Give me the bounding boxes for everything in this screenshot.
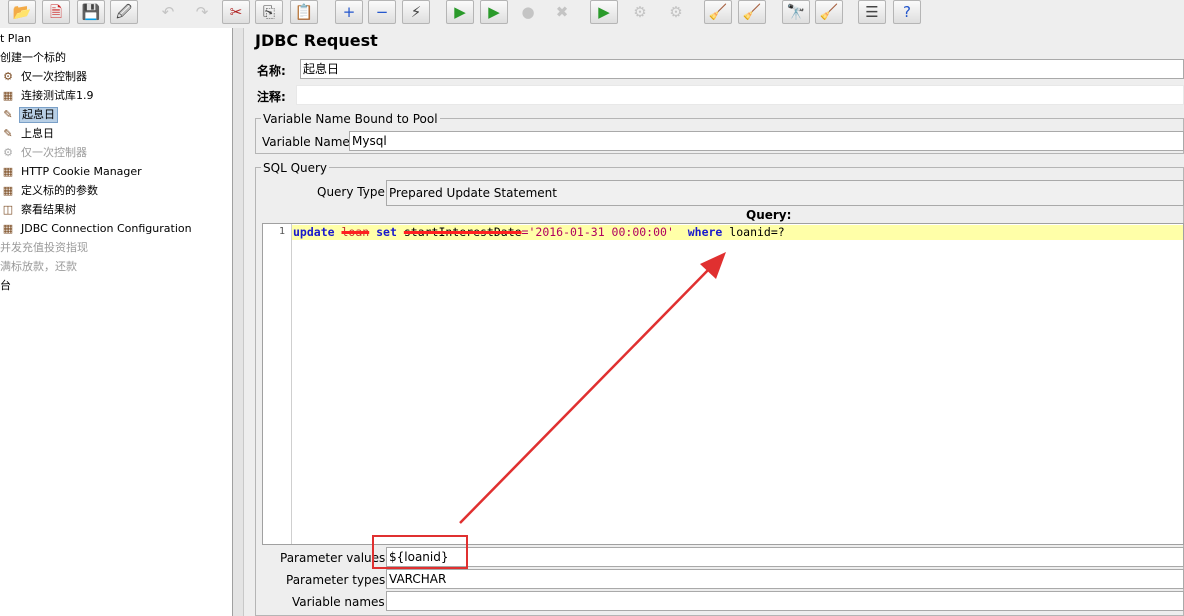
annotation-arrow: [459, 252, 726, 524]
